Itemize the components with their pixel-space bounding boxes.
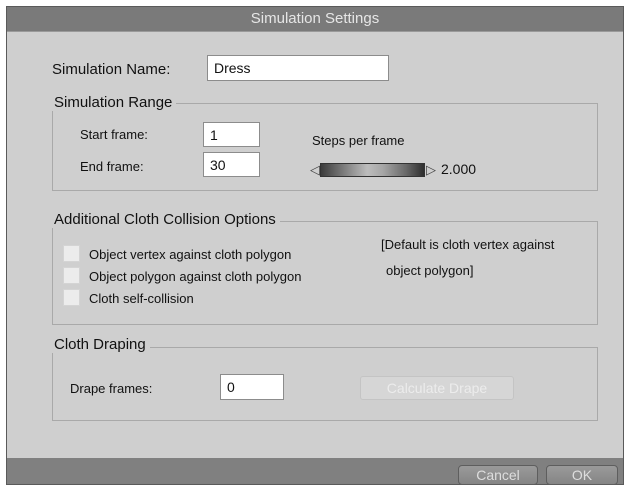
- slider-right-arrow-icon[interactable]: ▷: [426, 163, 436, 177]
- object-polygon-label: Object polygon against cloth polygon: [89, 269, 302, 284]
- dialog-title: Simulation Settings: [7, 7, 623, 31]
- collision-default-note-line1: [Default is cloth vertex against: [381, 237, 555, 252]
- simulation-range-title: Simulation Range: [52, 94, 177, 111]
- end-frame-label: End frame:: [80, 159, 144, 174]
- start-frame-label: Start frame:: [80, 127, 148, 142]
- drape-frames-label: Drape frames:: [70, 381, 153, 396]
- simulation-name-input[interactable]: [207, 55, 389, 81]
- simulation-name-label: Simulation Name:: [52, 61, 171, 78]
- ok-button[interactable]: OK: [546, 465, 618, 485]
- drape-frames-input[interactable]: [220, 374, 284, 400]
- object-polygon-checkbox[interactable]: [63, 267, 80, 284]
- cloth-draping-title: Cloth Draping: [52, 336, 150, 353]
- object-vertex-label: Object vertex against cloth polygon: [89, 247, 292, 262]
- end-frame-input[interactable]: [203, 152, 260, 177]
- object-vertex-checkbox[interactable]: [63, 245, 80, 262]
- self-collision-checkbox[interactable]: [63, 289, 80, 306]
- steps-per-frame-label: Steps per frame: [312, 133, 405, 148]
- start-frame-input[interactable]: [203, 122, 260, 147]
- collision-default-note-line2: object polygon]: [386, 263, 474, 278]
- calculate-drape-button[interactable]: Calculate Drape: [360, 376, 514, 400]
- steps-per-frame-slider[interactable]: [320, 163, 425, 177]
- self-collision-label: Cloth self-collision: [89, 291, 194, 306]
- cancel-button[interactable]: Cancel: [458, 465, 538, 485]
- steps-per-frame-value: 2.000: [441, 161, 477, 177]
- slider-left-arrow-icon[interactable]: ◁: [310, 163, 320, 177]
- collision-options-title: Additional Cloth Collision Options: [52, 211, 280, 228]
